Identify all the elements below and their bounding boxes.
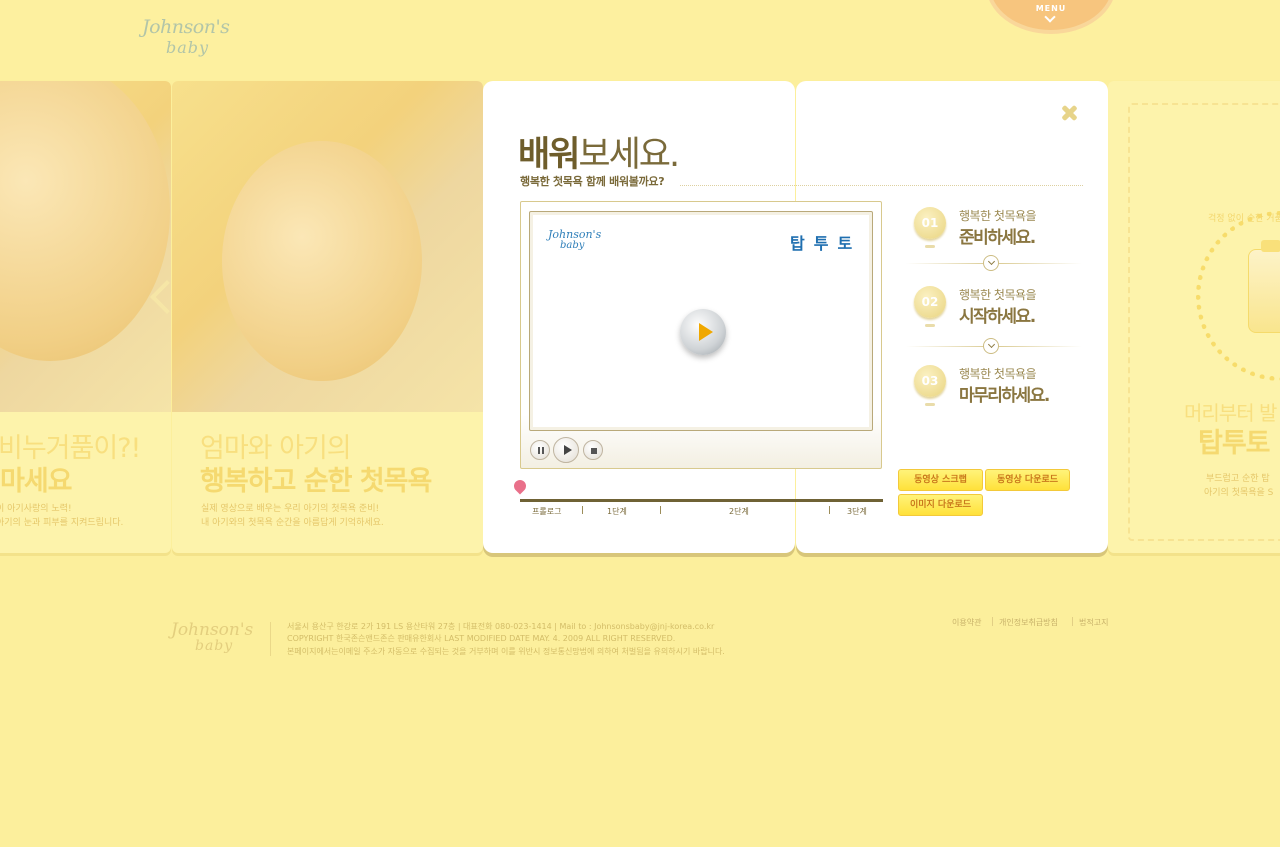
header: Johnson's baby MENU (0, 0, 1280, 80)
step-caption: 행복한 첫목욕을 (959, 288, 1037, 302)
step-title: 마무리하세요. (959, 386, 1050, 406)
mid-panel-desc-1: 실제 영상으로 배우는 우리 아기의 첫목욕 준비! (201, 504, 380, 514)
logo-text-johnsons: Johnson's (142, 16, 230, 38)
modal-title-bold: 배워 (518, 135, 580, 175)
logo-text-baby: baby (166, 38, 210, 57)
timeline-label-step3[interactable]: 3단계 (847, 506, 867, 517)
footer-logo-johnsons: Johnson's (171, 620, 254, 640)
timeline-separator (829, 506, 830, 514)
footer-divider (270, 622, 271, 656)
shampoo-bottle-image (1248, 240, 1280, 333)
dotted-divider (680, 185, 1083, 186)
left-panel-title-2: 마세요 (0, 466, 73, 497)
step-number-badge: 02 (914, 286, 946, 318)
mother-face-shape (0, 81, 170, 361)
footer-address: 서울시 용산구 한강로 2가 191 LS 용산타워 27층 | 대표전화 08… (287, 622, 715, 631)
video-download-button[interactable]: 동영상 다운로드 (985, 469, 1070, 491)
step-title: 시작하세요. (959, 307, 1036, 327)
image-download-button[interactable]: 이미지 다운로드 (898, 494, 983, 516)
timeline-separator (660, 506, 661, 514)
timeline-track[interactable] (520, 499, 883, 502)
right-panel-desc-1: 부드럽고 순한 탑 (1206, 474, 1270, 484)
left-panel-desc-1: 이 아기사랑의 노력! (0, 504, 72, 514)
step-badge-tail (925, 245, 935, 248)
footer-copyright: COPYRIGHT 한국존슨앤드존슨 판매유한회사 LAST MODIFIED … (287, 634, 676, 643)
timeline-label-step1[interactable]: 1단계 (607, 506, 627, 517)
timeline-label-step2[interactable]: 2단계 (729, 506, 749, 517)
player-logo-baby: baby (560, 240, 585, 251)
baby-face-shape (222, 141, 422, 381)
step-badge-tail (925, 403, 935, 406)
modal-title-rest: 보세요. (578, 135, 680, 175)
video-scrap-button[interactable]: 동영상 스크랩 (898, 469, 983, 491)
circle-text: 걱정 없이 순한 거품으로 순하고 (1208, 214, 1280, 224)
page: Johnson's baby MENU 비누거품이?! 마세요 이 아기사랑의 … (0, 0, 1280, 847)
right-panel-desc-2: 아기의 첫목욕을 S (1204, 488, 1274, 498)
footer-link-terms[interactable]: 이용약관 (952, 617, 981, 628)
footer-notice: 본페이지에서는이메일 주소가 자동으로 수집되는 것을 거부하며 이를 위반시 … (287, 647, 725, 656)
mid-panel-title-2: 행복하고 순한 첫목욕 (200, 466, 432, 497)
baby-photo (172, 81, 483, 412)
menu-button[interactable]: MENU (990, 0, 1112, 30)
carousel-panel-right[interactable]: 걱정 없이 순한 거품으로 순하고 머리부터 발 탑투토 부드럽고 순한 탑 아… (1108, 81, 1280, 553)
step-badge-tail (925, 324, 935, 327)
mother-photo (0, 81, 171, 412)
stop-icon[interactable] (583, 440, 603, 460)
step-caption: 행복한 첫목욕을 (959, 367, 1037, 381)
modal-title: 배워보세요. (518, 126, 680, 177)
timeline-label-prologue[interactable]: 프롤로그 (532, 506, 561, 517)
right-panel-title-2: 탑투토 (1198, 428, 1271, 459)
bottle-cap (1261, 240, 1280, 252)
chevron-down-icon (1044, 11, 1056, 23)
footer-link-privacy[interactable]: 개인정보취급방침 (999, 617, 1058, 628)
left-panel-desc-2: 아기의 눈과 피부를 지켜드립니다. (0, 518, 124, 528)
step-title: 준비하세요. (959, 228, 1036, 248)
player-brand-logo: Johnson's baby (548, 228, 608, 254)
mid-panel-desc-2: 내 아기와의 첫목욕 순간을 아름답게 기억하세요. (201, 518, 384, 528)
timeline-separator (582, 506, 583, 514)
carousel-panel-mid[interactable]: 엄마와 아기의 행복하고 순한 첫목욕 실제 영상으로 배우는 우리 아기의 첫… (172, 81, 483, 553)
step-caption: 행복한 첫목욕을 (959, 209, 1037, 223)
step-number-badge: 03 (914, 365, 946, 397)
play-icon[interactable] (553, 437, 579, 463)
carousel-panel-left[interactable]: 비누거품이?! 마세요 이 아기사랑의 노력! 아기의 눈과 피부를 지켜드립니… (0, 81, 171, 553)
pause-icon[interactable] (530, 440, 550, 460)
modal-subtitle: 행복한 첫목욕 함께 배워볼까요? (520, 175, 665, 188)
step-number-badge: 01 (914, 207, 946, 239)
close-icon[interactable] (1060, 104, 1078, 122)
chevron-down-icon[interactable] (983, 338, 999, 354)
footer-link-separator (992, 617, 993, 626)
footer-logo-baby: baby (195, 638, 234, 654)
footer-logo[interactable]: Johnson's baby (171, 620, 261, 660)
footer-link-legal[interactable]: 법적고지 (1079, 617, 1108, 628)
johnsons-baby-logo[interactable]: Johnson's baby (142, 16, 232, 64)
play-icon-large[interactable] (680, 309, 726, 355)
footer-link-separator (1072, 617, 1073, 626)
chevron-down-icon[interactable] (983, 255, 999, 271)
player-brand-text: 탑투토 (790, 234, 862, 253)
